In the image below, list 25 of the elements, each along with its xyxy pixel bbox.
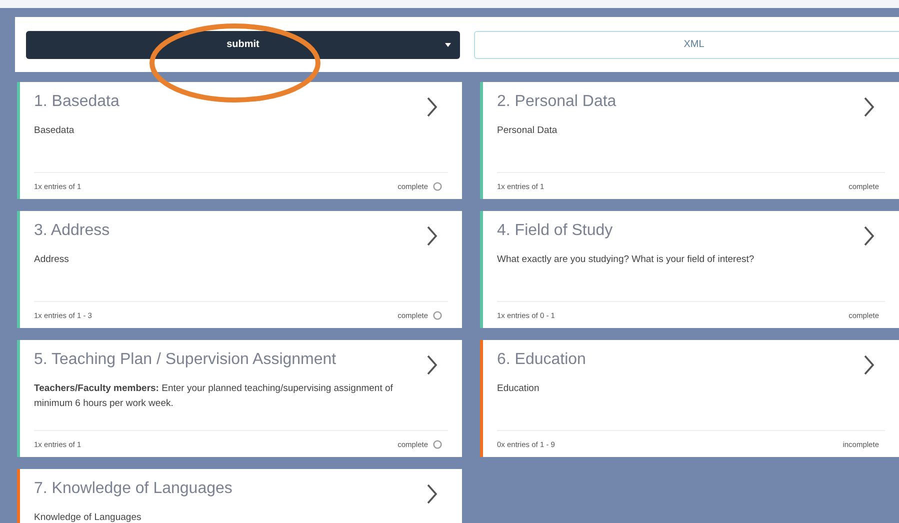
xml-button[interactable]: XML	[474, 30, 899, 58]
chevron-right-icon	[426, 96, 438, 118]
chevron-right-icon	[426, 354, 438, 376]
card-title: 3. Address	[34, 221, 110, 241]
card-title: 5. Teaching Plan / Supervision Assignment	[34, 350, 336, 370]
caret-icon	[445, 42, 451, 46]
section-card[interactable]: 7. Knowledge of Languages Knowledge of Languages	[17, 469, 462, 523]
chevron-right-icon	[863, 225, 875, 247]
card-title: 2. Personal Data	[497, 92, 616, 112]
card-title: 6. Education	[497, 350, 586, 370]
chevron-right-icon	[426, 483, 438, 505]
card-description: Teachers/Faculty members: Enter your planned teaching/supervising assignment of minimum 6 hours per work week.	[34, 382, 394, 411]
card-title: 7. Knowledge of Languages	[34, 479, 232, 499]
card-description: Basedata	[34, 124, 76, 138]
card-description: Address	[34, 253, 70, 267]
card-description: Personal Data	[497, 124, 558, 138]
card-description: Education	[497, 382, 540, 396]
card-title: 1. Basedata	[34, 92, 120, 112]
chevron-right-icon	[863, 354, 875, 376]
chevron-right-icon	[426, 225, 438, 247]
card-description: What exactly are you studying? What is your field of interest?	[497, 253, 756, 267]
card-description: Knowledge of Languages	[34, 511, 142, 523]
card-title: 4. Field of Study	[497, 221, 613, 241]
chevron-right-icon	[863, 96, 875, 118]
submit-button[interactable]: submit	[26, 30, 460, 58]
